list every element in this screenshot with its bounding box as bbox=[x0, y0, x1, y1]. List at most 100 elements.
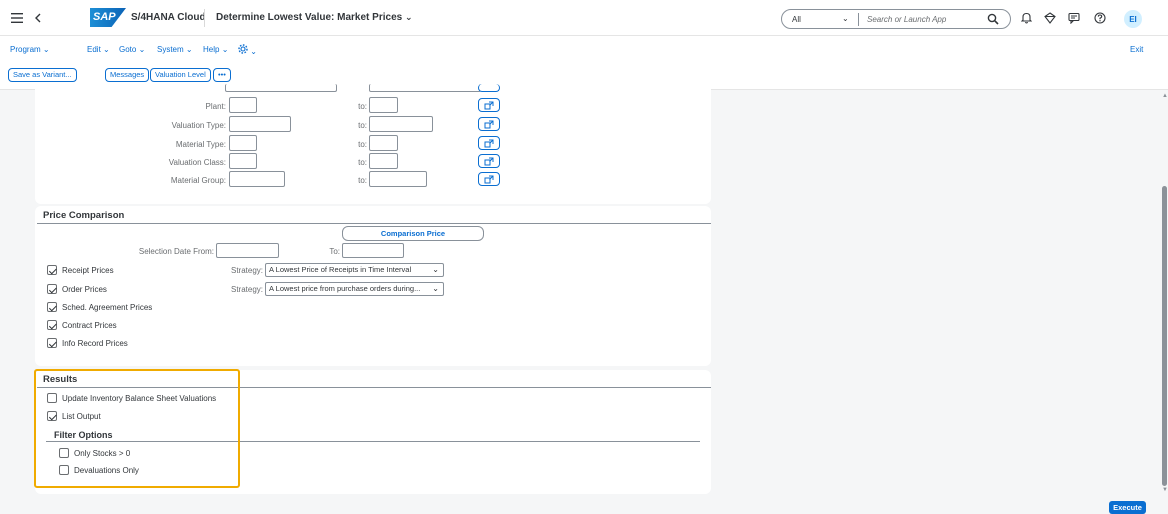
valuation-type-from-input[interactable] bbox=[229, 116, 291, 132]
order-prices-label: Order Prices bbox=[62, 285, 107, 294]
info-record-prices-label: Info Record Prices bbox=[62, 339, 128, 348]
chevron-down-icon: ⌄ bbox=[404, 12, 413, 22]
settings-gear-menu[interactable]: ⌄ bbox=[238, 44, 257, 56]
menu-label: System bbox=[157, 45, 184, 54]
material-group-to-input[interactable] bbox=[369, 171, 427, 187]
strategy-label: Strategy: bbox=[230, 266, 263, 275]
menu-program[interactable]: Program ⌄ bbox=[10, 45, 50, 54]
material-type-to-input[interactable] bbox=[369, 135, 398, 151]
valuation-type-to-label: to: bbox=[358, 121, 367, 130]
valuation-class-from-input[interactable] bbox=[229, 153, 257, 169]
exit-link[interactable]: Exit bbox=[1130, 45, 1143, 54]
scroll-up-icon[interactable]: ▲ bbox=[1162, 93, 1168, 99]
info-record-prices-checkbox[interactable] bbox=[47, 338, 57, 348]
chevron-down-icon: ⌄ bbox=[138, 45, 146, 54]
valuation-class-to-input[interactable] bbox=[369, 153, 398, 169]
valuation-class-multiselect-button[interactable] bbox=[478, 154, 500, 168]
multiple-selection-icon bbox=[484, 120, 494, 128]
menu-help[interactable]: Help ⌄ bbox=[203, 45, 228, 54]
chevron-down-icon: ⌄ bbox=[432, 284, 439, 293]
chevron-down-icon: ⌄ bbox=[250, 47, 257, 56]
multiple-selection-icon bbox=[484, 139, 494, 147]
comparison-price-button[interactable]: Comparison Price bbox=[342, 226, 484, 241]
receipt-strategy-select[interactable]: A Lowest Price of Receipts in Time Inter… bbox=[265, 263, 444, 277]
plant-label: Plant: bbox=[205, 102, 226, 111]
chevron-down-icon: ⌄ bbox=[221, 45, 229, 54]
app-title-text: Determine Lowest Value: Market Prices bbox=[216, 12, 403, 23]
search-input[interactable]: Search or Launch App bbox=[867, 15, 946, 24]
sched-agreement-prices-checkbox[interactable] bbox=[47, 302, 57, 312]
material-type-label: Material Type: bbox=[175, 140, 226, 149]
results-highlight-frame bbox=[34, 369, 240, 488]
menu-edit[interactable]: Edit ⌄ bbox=[87, 45, 110, 54]
valuation-type-multiselect-button[interactable] bbox=[478, 117, 500, 131]
hamburger-menu-icon[interactable] bbox=[10, 11, 24, 25]
material-group-from-input[interactable] bbox=[229, 171, 285, 187]
chevron-down-icon[interactable]: ⌄ bbox=[842, 14, 849, 23]
contract-prices-checkbox[interactable] bbox=[47, 320, 57, 330]
selection-date-to-input[interactable] bbox=[342, 243, 404, 258]
plant-to-label: to: bbox=[358, 102, 367, 111]
gear-icon bbox=[238, 44, 248, 54]
save-as-variant-button[interactable]: Save as Variant... bbox=[8, 68, 77, 82]
chat-feedback-icon[interactable] bbox=[1067, 11, 1081, 25]
menu-label: Goto bbox=[119, 45, 137, 54]
scroll-down-icon[interactable]: ▼ bbox=[1162, 487, 1168, 493]
receipt-prices-label: Receipt Prices bbox=[62, 266, 114, 275]
search-field[interactable]: All ⌄ Search or Launch App bbox=[781, 9, 1011, 29]
help-icon[interactable] bbox=[1093, 11, 1107, 25]
menu-system[interactable]: System ⌄ bbox=[157, 45, 193, 54]
valuation-type-label: Valuation Type: bbox=[171, 121, 226, 130]
material-group-to-label: to: bbox=[358, 176, 367, 185]
multiple-selection-icon bbox=[484, 101, 494, 109]
search-icon[interactable] bbox=[987, 13, 1003, 27]
multiple-selection-icon bbox=[484, 157, 494, 165]
chevron-down-icon: ⌄ bbox=[103, 45, 110, 54]
valuation-class-label: Valuation Class: bbox=[168, 158, 226, 167]
contract-prices-label: Contract Prices bbox=[62, 321, 117, 330]
plant-to-input[interactable] bbox=[369, 97, 398, 113]
material-type-from-input[interactable] bbox=[229, 135, 257, 151]
material-type-to-label: to: bbox=[358, 140, 367, 149]
back-arrow-icon[interactable] bbox=[31, 11, 45, 25]
order-strategy-value: A Lowest price from purchase orders duri… bbox=[269, 284, 421, 293]
sched-agreement-prices-label: Sched. Agreement Prices bbox=[62, 303, 153, 312]
strategy-label: Strategy: bbox=[230, 285, 263, 294]
material-type-multiselect-button[interactable] bbox=[478, 136, 500, 150]
scrollbar-thumb[interactable] bbox=[1162, 186, 1167, 486]
search-scope[interactable]: All bbox=[792, 15, 801, 24]
partial-input-right[interactable] bbox=[369, 84, 481, 92]
app-title[interactable]: Determine Lowest Value: Market Prices ⌄ bbox=[216, 12, 413, 23]
product-name: S/4HANA Cloud bbox=[131, 12, 206, 23]
partial-input-left[interactable] bbox=[225, 84, 337, 92]
selection-date-from-label: Selection Date From: bbox=[138, 247, 214, 256]
valuation-level-button[interactable]: Valuation Level bbox=[150, 68, 211, 82]
chevron-down-icon: ⌄ bbox=[432, 265, 439, 274]
receipt-prices-checkbox[interactable] bbox=[47, 265, 57, 275]
menu-label: Help bbox=[203, 45, 220, 54]
user-avatar[interactable]: EI bbox=[1124, 10, 1142, 28]
execute-button[interactable]: Execute bbox=[1109, 501, 1146, 514]
notifications-bell-icon[interactable] bbox=[1019, 11, 1033, 25]
valuation-type-to-input[interactable] bbox=[369, 116, 433, 132]
price-comparison-title: Price Comparison bbox=[43, 210, 125, 221]
section-divider bbox=[37, 223, 711, 224]
receipt-strategy-value: A Lowest Price of Receipts in Time Inter… bbox=[269, 265, 412, 274]
joule-diamond-icon[interactable] bbox=[1043, 11, 1057, 25]
menu-label: Program bbox=[10, 45, 41, 54]
selection-date-to-label: To: bbox=[329, 247, 340, 256]
more-actions-button[interactable]: ••• bbox=[213, 68, 231, 82]
valuation-class-to-label: to: bbox=[358, 158, 367, 167]
multiple-selection-icon bbox=[484, 175, 494, 183]
order-strategy-select[interactable]: A Lowest price from purchase orders duri… bbox=[265, 282, 444, 296]
material-group-multiselect-button[interactable] bbox=[478, 172, 500, 186]
order-prices-checkbox[interactable] bbox=[47, 284, 57, 294]
selection-date-from-input[interactable] bbox=[216, 243, 279, 258]
chevron-down-icon: ⌄ bbox=[185, 45, 193, 54]
partial-multiselect-button[interactable] bbox=[478, 84, 500, 92]
plant-from-input[interactable] bbox=[229, 97, 257, 113]
menu-goto[interactable]: Goto ⌄ bbox=[119, 45, 145, 54]
messages-button[interactable]: Messages bbox=[105, 68, 150, 82]
shell-divider bbox=[204, 9, 205, 27]
plant-multiselect-button[interactable] bbox=[478, 98, 500, 112]
